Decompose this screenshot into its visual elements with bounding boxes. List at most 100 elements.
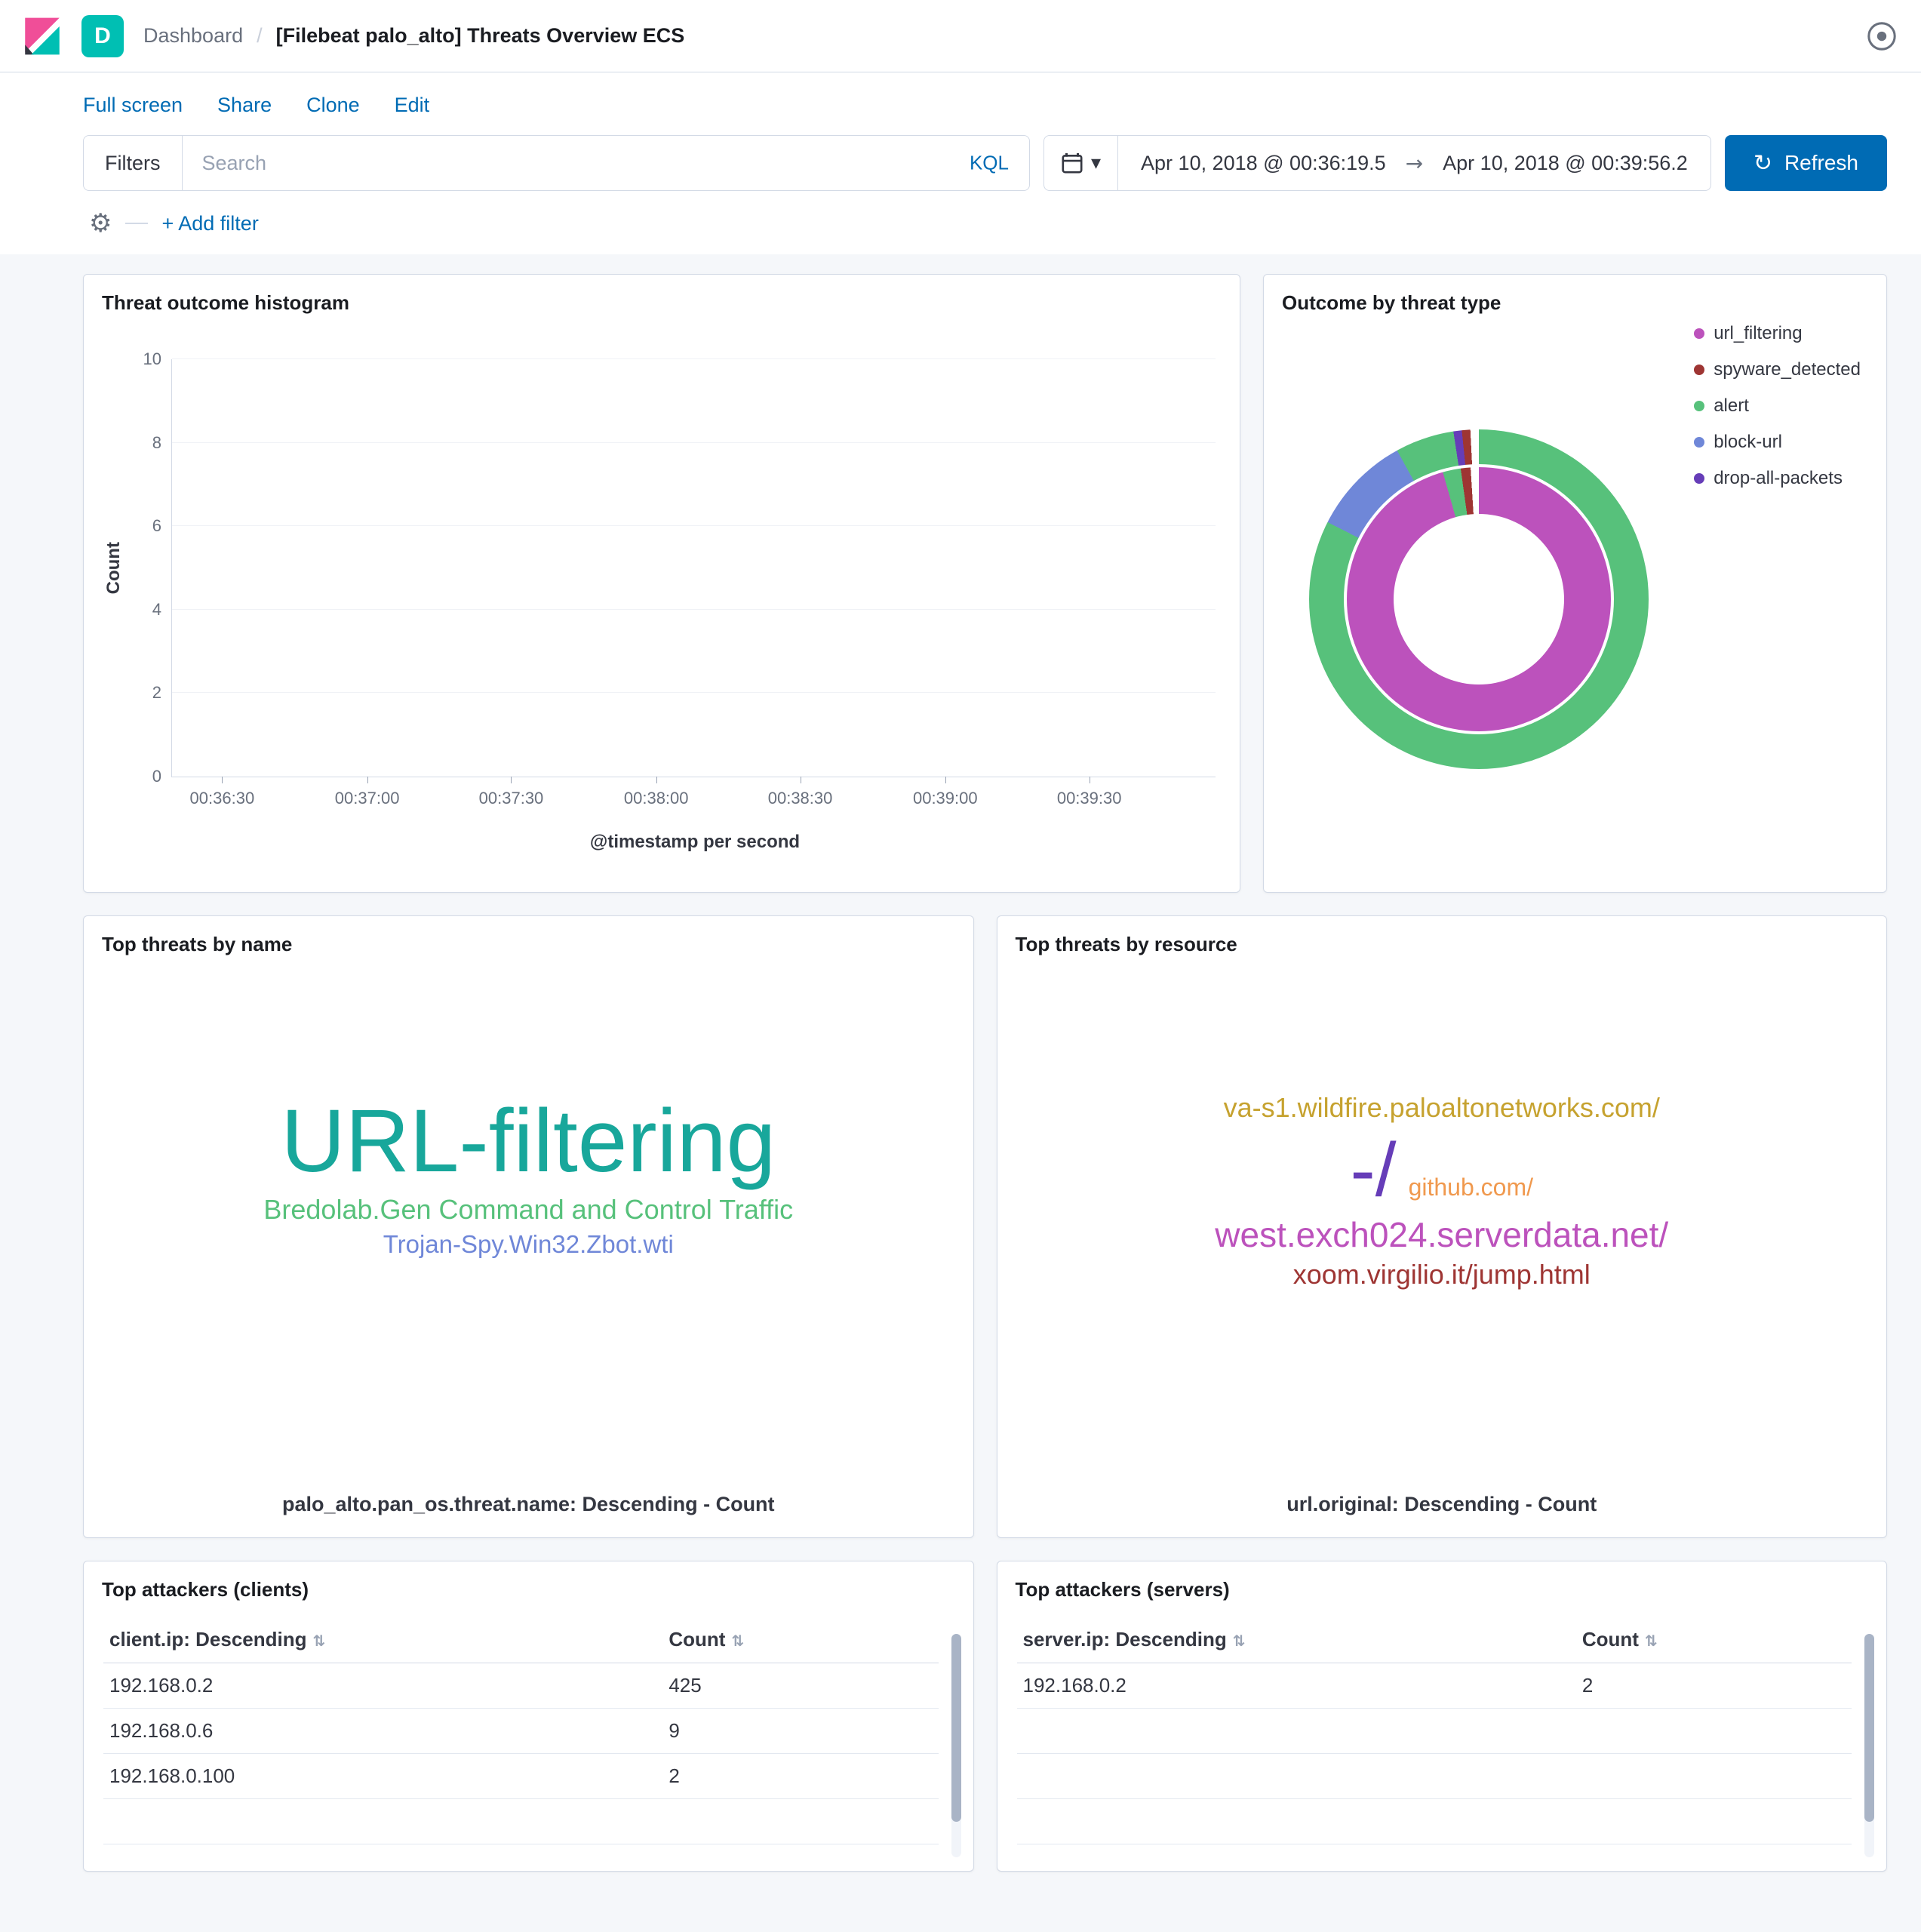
space-badge[interactable]: D <box>81 15 124 57</box>
cell-empty <box>1017 1754 1576 1799</box>
search-group: Filters KQL <box>83 135 1030 191</box>
dashboard-row-1: Threat outcome histogram Count 024681000… <box>83 274 1887 893</box>
gridline <box>172 525 1216 526</box>
column-header-label: Count <box>669 1628 725 1651</box>
panel-top-threats-by-name: Top threats by name URL-filtering Bredola… <box>83 915 974 1538</box>
panel-title: Top threats by resource <box>1016 933 1887 956</box>
dashboard-menu: Full screen Share Clone Edit <box>0 72 1921 123</box>
cell-count[interactable]: 425 <box>662 1663 938 1709</box>
filter-row: ⚙ + Add filter <box>89 211 1887 236</box>
x-tick-label: 00:39:00 <box>913 789 978 808</box>
share-link[interactable]: Share <box>217 94 272 117</box>
legend-item[interactable]: url_filtering <box>1694 323 1861 344</box>
tag-cloud-term[interactable]: Trojan-Spy.Win32.Zbot.wti <box>383 1231 674 1258</box>
kql-button[interactable]: KQL <box>970 152 1009 175</box>
tag-cloud-term[interactable]: va-s1.wildfire.paloaltonetworks.com/ <box>1224 1094 1660 1123</box>
donut-inner-ring[interactable] <box>1347 467 1611 731</box>
x-tick-label: 00:39:30 <box>1057 789 1122 808</box>
panel-title: Top threats by name <box>102 933 973 956</box>
table-header-row: client.ip: Descending⇅Count⇅ <box>103 1617 939 1663</box>
x-tick-mark <box>656 777 657 783</box>
cell-ip[interactable]: 192.168.0.100 <box>103 1754 662 1799</box>
table-row: 192.168.0.69 <box>103 1709 939 1754</box>
cell-count[interactable]: 2 <box>1576 1663 1852 1709</box>
edit-link[interactable]: Edit <box>395 94 430 117</box>
dashboard-row-2: Top threats by name URL-filtering Bredola… <box>83 915 1887 1538</box>
donut-chart <box>1309 429 1649 769</box>
kibana-logo-icon[interactable] <box>23 17 62 56</box>
donut-outer-ring[interactable] <box>1309 429 1649 769</box>
search-input[interactable] <box>182 135 1030 191</box>
tag-cloud-term[interactable]: xoom.virgilio.it/jump.html <box>1293 1260 1591 1290</box>
legend-item[interactable]: block-url <box>1694 432 1861 453</box>
tag-cloud-term[interactable]: github.com/ <box>1409 1174 1533 1201</box>
y-tick-label: 8 <box>152 433 161 453</box>
cell-empty <box>1576 1709 1852 1754</box>
cell-empty <box>662 1844 938 1872</box>
refresh-button[interactable]: ↻ Refresh <box>1725 135 1887 191</box>
cell-count[interactable]: 2 <box>662 1754 938 1799</box>
legend-item[interactable]: spyware_detected <box>1694 359 1861 380</box>
date-from[interactable]: Apr 10, 2018 @ 00:36:19.5 <box>1141 152 1386 175</box>
x-tick-label: 00:38:30 <box>768 789 833 808</box>
cell-ip[interactable]: 192.168.0.6 <box>103 1709 662 1754</box>
tag-cloud-term[interactable]: west.exch024.serverdata.net/ <box>1215 1217 1668 1254</box>
dashboard-row-3: Top attackers (clients) client.ip: Desce… <box>83 1561 1887 1872</box>
legend-item[interactable]: drop-all-packets <box>1694 468 1861 489</box>
scrollbar-thumb[interactable] <box>951 1634 961 1822</box>
x-tick-label: 00:38:00 <box>624 789 689 808</box>
column-header[interactable]: client.ip: Descending⇅ <box>103 1617 662 1663</box>
breadcrumb-separator: / <box>257 24 263 48</box>
refresh-label: Refresh <box>1784 151 1858 175</box>
table-row-empty <box>1017 1844 1852 1872</box>
tag-cloud-threat-names: URL-filtering Bredolab.Gen Command and Co… <box>84 1094 973 1258</box>
date-range: Apr 10, 2018 @ 00:36:19.5 → Apr 10, 2018… <box>1118 136 1710 190</box>
tag-cloud-term[interactable]: -/ <box>1350 1129 1396 1211</box>
filters-button[interactable]: Filters <box>83 135 182 191</box>
refresh-icon: ↻ <box>1753 150 1772 177</box>
add-filter-link[interactable]: + Add filter <box>161 212 258 235</box>
gridline <box>172 692 1216 693</box>
gear-icon[interactable]: ⚙ <box>89 211 112 236</box>
scrollbar-track <box>951 1634 961 1857</box>
column-header[interactable]: Count⇅ <box>662 1617 938 1663</box>
cell-ip[interactable]: 192.168.0.2 <box>1017 1663 1576 1709</box>
breadcrumb-dashboard-link[interactable]: Dashboard <box>143 24 243 48</box>
help-icon[interactable] <box>1865 20 1898 53</box>
legend-dot <box>1694 437 1704 448</box>
panel-title: Top attackers (clients) <box>102 1578 973 1601</box>
tag-cloud-term[interactable]: URL-filtering <box>281 1094 776 1189</box>
cell-count[interactable]: 9 <box>662 1709 938 1754</box>
cell-ip[interactable]: 192.168.0.2 <box>103 1663 662 1709</box>
date-to[interactable]: Apr 10, 2018 @ 00:39:56.2 <box>1443 152 1688 175</box>
column-header[interactable]: server.ip: Descending⇅ <box>1017 1617 1576 1663</box>
cell-empty <box>103 1844 662 1872</box>
y-tick-label: 4 <box>152 600 161 620</box>
sort-icon: ⇅ <box>313 1632 326 1650</box>
tag-cloud-term[interactable]: Bredolab.Gen Command and Control Traffic <box>263 1195 793 1225</box>
clients-table-wrap: client.ip: Descending⇅Count⇅192.168.0.24… <box>103 1617 939 1872</box>
legend-item[interactable]: alert <box>1694 395 1861 417</box>
scrollbar-track <box>1864 1634 1874 1857</box>
histogram-bars[interactable] <box>191 359 1213 777</box>
column-header[interactable]: Count⇅ <box>1576 1617 1852 1663</box>
panel-title: Outcome by threat type <box>1282 291 1886 315</box>
column-header-label: server.ip: Descending <box>1023 1628 1227 1651</box>
clone-link[interactable]: Clone <box>306 94 360 117</box>
y-tick-label: 6 <box>152 516 161 536</box>
panel-threat-outcome-histogram: Threat outcome histogram Count 024681000… <box>83 274 1240 893</box>
cell-empty <box>1576 1799 1852 1844</box>
viz-caption: url.original: Descending - Count <box>997 1493 1887 1516</box>
query-bar: Filters KQL ▾ Apr 10, 2018 @ 00:36:19.5 … <box>83 135 1887 191</box>
gridline <box>172 609 1216 610</box>
search-field-wrap: KQL <box>182 135 1030 191</box>
date-picker-menu-button[interactable]: ▾ <box>1044 136 1118 190</box>
cell-empty <box>1576 1844 1852 1872</box>
full-screen-link[interactable]: Full screen <box>83 94 183 117</box>
scrollbar-thumb[interactable] <box>1864 1634 1874 1822</box>
date-picker: ▾ Apr 10, 2018 @ 00:36:19.5 → Apr 10, 20… <box>1043 135 1711 191</box>
panel-outcome-by-threat-type: Outcome by threat type url_filteringspyw… <box>1263 274 1887 893</box>
tag-cloud-line: xoom.virgilio.it/jump.html <box>1293 1260 1591 1290</box>
cell-empty <box>1017 1799 1576 1844</box>
x-tick-mark <box>511 777 512 783</box>
